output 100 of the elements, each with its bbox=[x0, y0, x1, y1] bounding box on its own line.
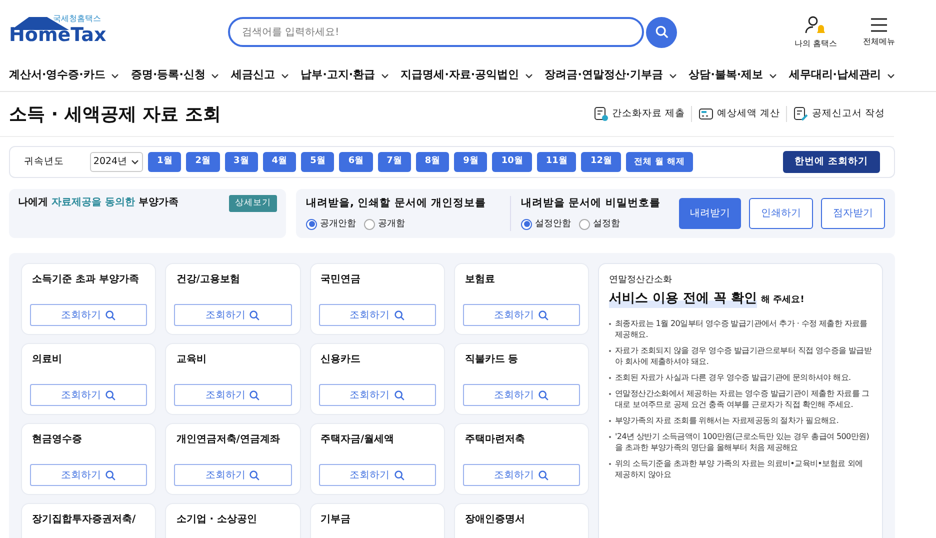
nav-menu-item[interactable]: 세무대리·납세관리 bbox=[788, 67, 896, 84]
query-button[interactable]: 조회하기 bbox=[30, 384, 148, 406]
notice-item: 조회된 자료가 사실과 다른 경우 영수증 발급기관에 문의하셔야 해요. bbox=[615, 372, 851, 383]
consent-text: 나에게 자료제공을 동의한 부양가족 bbox=[18, 196, 178, 210]
logo-text: HomeTax bbox=[9, 26, 106, 45]
nav-menu-item[interactable]: 상담·불복·제보 bbox=[688, 67, 778, 84]
hometax-logo[interactable]: 국세청홈택스 HomeTax bbox=[9, 15, 109, 49]
person-bell-icon bbox=[804, 14, 827, 34]
card-title: 보험료 bbox=[464, 273, 496, 287]
logo-small-text: 국세청홈택스 bbox=[53, 13, 101, 25]
option-title: 내려받을 문서에 비밀번호를 bbox=[521, 196, 662, 211]
radio-option[interactable]: 공개안함 bbox=[306, 218, 356, 232]
card-title: 장기집합투자증권저축/ bbox=[31, 513, 137, 527]
month-button[interactable]: 12월 bbox=[581, 152, 621, 172]
month-button[interactable]: 8월 bbox=[416, 152, 450, 172]
notice-eyebrow: 연말정산간소화 bbox=[609, 274, 673, 287]
card-title: 직불카드 등 bbox=[464, 353, 520, 367]
page-title: 소득 · 세액공제 자료 조회 bbox=[9, 102, 221, 126]
notice-item: 자료가 조회되지 않을 경우 영수증 발급기관으로부터 직접 영수증을 발급받아 회사에 제출하셔야 돼요. bbox=[615, 345, 872, 367]
radio-option[interactable]: 공개함 bbox=[364, 218, 405, 232]
full-menu-button[interactable]: 전체메뉴 bbox=[861, 16, 895, 48]
query-button[interactable]: 조회하기 bbox=[30, 304, 148, 326]
card-title: 장애인증명서 bbox=[464, 513, 526, 527]
search-icon bbox=[249, 390, 260, 400]
query-button[interactable]: 조회하기 bbox=[174, 304, 292, 326]
card-title: 기부금 bbox=[320, 513, 352, 527]
notice-headline-suffix: 해 주세요! bbox=[761, 294, 804, 306]
card-title: 소득기준 초과 부양가족 bbox=[31, 273, 140, 287]
clear-months-button[interactable]: 전체 월 해제 bbox=[626, 152, 693, 172]
search-icon bbox=[538, 390, 549, 400]
menu-icon bbox=[870, 16, 888, 32]
document-check-icon bbox=[592, 106, 609, 122]
action-button[interactable]: 인쇄하기 bbox=[749, 198, 813, 229]
calculator-icon bbox=[698, 106, 714, 122]
notice-item: 위의 소득기준을 초과한 부양 가족의 자료는 의료비•교육비•보험료 외에 제공하지 않아요 bbox=[615, 458, 864, 480]
nav-menu-item[interactable]: 지급명세·자료·공익법인 bbox=[400, 67, 534, 84]
search-icon bbox=[105, 310, 116, 320]
card-title: 교육비 bbox=[175, 353, 208, 367]
month-button[interactable]: 2월 bbox=[186, 152, 220, 172]
card-title: 현금영수증 bbox=[31, 433, 83, 447]
search-button[interactable] bbox=[646, 16, 677, 48]
month-button[interactable]: 1월 bbox=[148, 152, 182, 172]
search-icon bbox=[394, 470, 405, 480]
query-button[interactable]: 조회하기 bbox=[174, 384, 292, 406]
card-title: 개인연금저축/연금계좌 bbox=[175, 433, 281, 447]
radio-option[interactable]: 설정안함 bbox=[521, 218, 571, 232]
search-icon bbox=[654, 25, 668, 39]
search-icon bbox=[394, 310, 405, 320]
action-button[interactable]: 내려받기 bbox=[679, 198, 741, 229]
month-button[interactable]: 3월 bbox=[224, 152, 258, 172]
document-pen-icon bbox=[792, 106, 809, 122]
month-button[interactable]: 11월 bbox=[536, 152, 576, 172]
search-icon bbox=[105, 470, 116, 480]
search-icon bbox=[394, 390, 405, 400]
month-button[interactable]: 9월 bbox=[454, 152, 488, 172]
nav-menu-item[interactable]: 납부·고지·환급 bbox=[300, 67, 390, 84]
search-icon bbox=[538, 470, 549, 480]
query-button[interactable]: 조회하기 bbox=[462, 464, 580, 486]
card-title: 건강/고용보험 bbox=[175, 273, 241, 287]
month-button[interactable]: 7월 bbox=[378, 152, 411, 172]
nav-menu-item[interactable]: 계산서·영수증·카드 bbox=[9, 67, 120, 84]
page-link[interactable]: 간소화자료 제출 bbox=[592, 106, 685, 122]
card-title: 소기업 · 소상공인 bbox=[175, 513, 258, 527]
query-button[interactable]: 조회하기 bbox=[318, 304, 436, 326]
notice-item: 연말정산간소화에서 제공하는 자료는 영수증 발급기관이 제출한 자료를 그대로 보여주므로 공제 요건 충족 여부를 근로자가 직접 확인해 주세요. bbox=[615, 388, 870, 410]
month-button[interactable]: 5월 bbox=[301, 152, 334, 172]
card-title: 의료비 bbox=[31, 353, 63, 367]
card-title: 국민연금 bbox=[320, 273, 362, 287]
search-icon bbox=[249, 310, 260, 320]
my-hometax-button[interactable]: 나의 홈택스 bbox=[794, 14, 837, 50]
search-icon bbox=[538, 310, 549, 320]
search-icon bbox=[249, 470, 260, 480]
search-icon bbox=[105, 390, 116, 400]
query-button[interactable]: 조회하기 bbox=[318, 464, 436, 486]
month-button[interactable]: 6월 bbox=[339, 152, 373, 172]
card-title: 신용카드 bbox=[320, 353, 362, 367]
nav-menu-item[interactable]: 세금신고 bbox=[231, 67, 290, 84]
radio-option[interactable]: 설정함 bbox=[579, 218, 620, 232]
query-button[interactable]: 조회하기 bbox=[30, 464, 148, 486]
page-link[interactable]: 공제신고서 작성 bbox=[786, 106, 885, 122]
notice-item: 최종자료는 1월 20일부터 영수증 발급기관에서 추가 · 수정 제출한 자료를 제공해요. bbox=[615, 318, 868, 340]
page-link[interactable]: 예상세액 계산 bbox=[690, 106, 780, 122]
search-field[interactable]: 검색어를 입력하세요! bbox=[228, 17, 644, 47]
card-title: 주택자금/월세액 bbox=[320, 433, 396, 447]
query-button[interactable]: 조회하기 bbox=[462, 384, 580, 406]
month-button[interactable]: 4월 bbox=[262, 152, 296, 172]
query-button[interactable]: 조회하기 bbox=[318, 384, 436, 406]
filter-label: 귀속년도 bbox=[24, 154, 65, 169]
option-title: 내려받을, 인쇄할 문서에 개인정보를 bbox=[306, 196, 487, 211]
chevron-down-icon bbox=[130, 157, 140, 167]
notice-item: 부양가족의 자료 조회를 위해서는 자료제공동의 절차가 필요해요. bbox=[615, 415, 839, 426]
year-select[interactable]: 2024년 bbox=[90, 152, 143, 172]
query-all-button[interactable]: 한번에 조회하기 bbox=[782, 151, 880, 173]
nav-menu-item[interactable]: 증명·등록·신청 bbox=[131, 67, 220, 84]
query-button[interactable]: 조회하기 bbox=[174, 464, 292, 486]
nav-menu-item[interactable]: 장려금·연말정산·기부금 bbox=[544, 67, 678, 84]
query-button[interactable]: 조회하기 bbox=[462, 304, 580, 326]
details-button[interactable]: 상세보기 bbox=[229, 195, 277, 212]
month-button[interactable]: 10월 bbox=[492, 152, 532, 172]
action-button[interactable]: 점자받기 bbox=[821, 198, 885, 229]
